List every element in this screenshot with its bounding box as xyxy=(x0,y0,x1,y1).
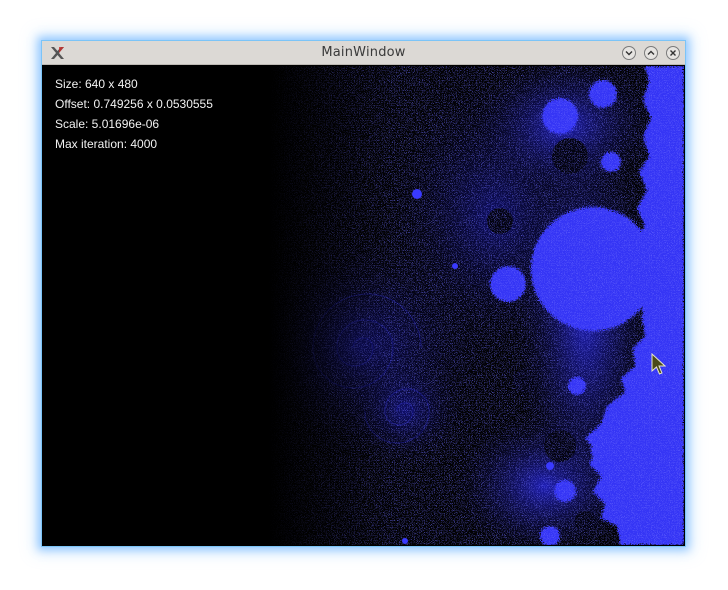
scale-label: Scale: 5.01696e-06 xyxy=(55,117,160,131)
close-icon xyxy=(670,50,676,56)
main-window: MainWindow Size: 640 x 480 Offset: 0.749… xyxy=(41,40,686,547)
chevron-down-icon xyxy=(625,51,633,56)
fractal-canvas[interactable]: Size: 640 x 480 Offset: 0.749256 x 0.053… xyxy=(45,66,684,545)
arrow-cursor-icon xyxy=(651,353,667,375)
chevron-up-icon xyxy=(647,50,655,55)
info-overlay: Size: 640 x 480 Offset: 0.749256 x 0.053… xyxy=(55,74,213,154)
window-title: MainWindow xyxy=(321,45,406,60)
title-bar[interactable]: MainWindow xyxy=(42,41,685,65)
max-iteration-label: Max iteration: 4000 xyxy=(55,137,158,151)
close-button[interactable] xyxy=(666,46,680,60)
offset-label: Offset: 0.749256 x 0.0530555 xyxy=(55,97,213,111)
maximize-button[interactable] xyxy=(644,46,658,60)
minimize-button[interactable] xyxy=(622,46,636,60)
size-label: Size: 640 x 480 xyxy=(55,77,138,91)
